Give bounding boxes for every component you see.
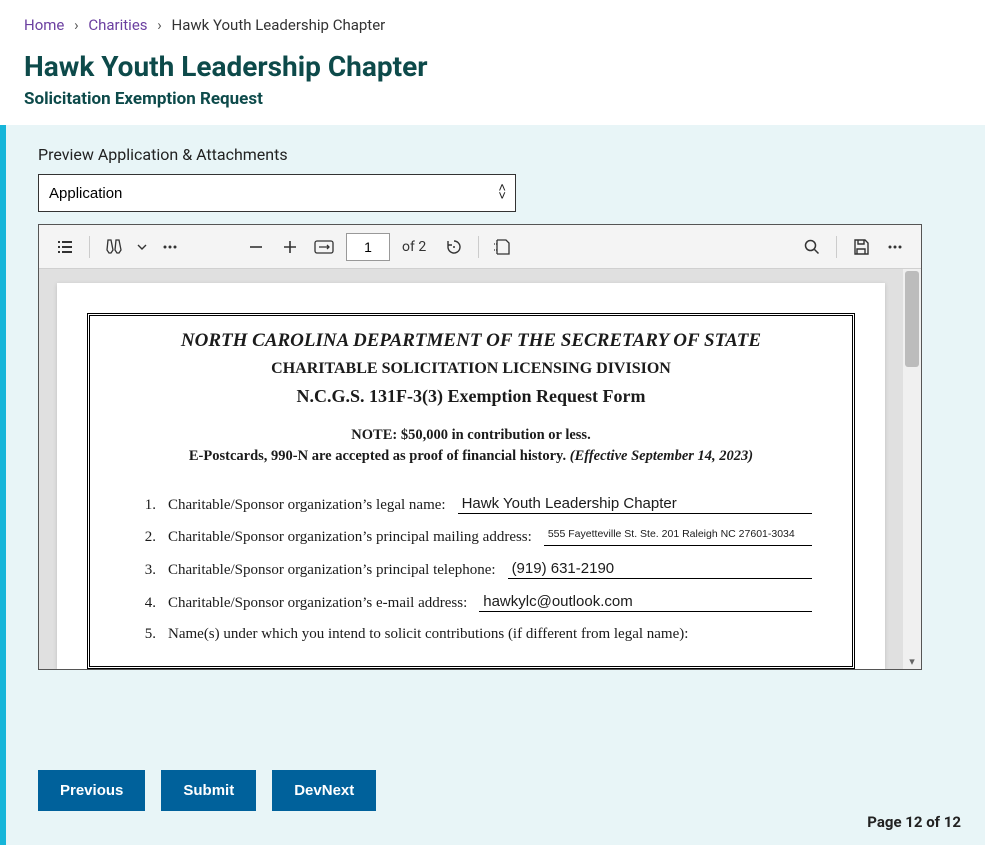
doc-field-row: 4. Charitable/Sponsor organization’s e-ma…	[130, 593, 812, 612]
pdf-page-area[interactable]: NORTH CAROLINA DEPARTMENT OF THE SECRETA…	[39, 269, 903, 669]
doc-field-number: 1.	[130, 497, 156, 514]
toggle-sidebar-button[interactable]	[49, 231, 81, 263]
doc-field-label: Charitable/Sponsor organization’s e-mail…	[168, 595, 467, 612]
doc-field-number: 3.	[130, 562, 156, 579]
more-options-button[interactable]	[879, 231, 911, 263]
breadcrumb-separator: ›	[157, 16, 162, 34]
doc-note2-italic: (Effective September 14, 2023)	[570, 448, 753, 464]
zoom-in-button[interactable]	[274, 231, 306, 263]
fit-width-icon	[314, 239, 334, 255]
pdf-body: NORTH CAROLINA DEPARTMENT OF THE SECRETA…	[39, 269, 921, 669]
page-subtitle: Solicitation Exemption Request	[24, 89, 961, 109]
breadcrumb-separator: ›	[74, 16, 79, 34]
highlighter-icon	[105, 238, 123, 256]
previous-button[interactable]: Previous	[38, 770, 145, 811]
more-tools-button[interactable]	[154, 231, 186, 263]
breadcrumb-home[interactable]: Home	[24, 16, 64, 34]
doc-field-label: Charitable/Sponsor organization’s legal …	[168, 497, 446, 514]
highlight-dropdown-button[interactable]	[132, 231, 152, 263]
toolbar-separator	[89, 236, 90, 258]
fit-width-button[interactable]	[308, 231, 340, 263]
doc-field-number: 4.	[130, 595, 156, 612]
doc-field-number: 5.	[130, 626, 156, 643]
minus-icon	[248, 239, 264, 255]
doc-note2-bold: E-Postcards, 990-N are accepted as proof…	[189, 448, 570, 464]
section-label: Preview Application & Attachments	[38, 145, 953, 164]
more-horizontal-icon	[886, 238, 904, 256]
doc-field-number: 2.	[130, 529, 156, 546]
doc-field-list: 1. Charitable/Sponsor organization’s lega…	[130, 495, 812, 643]
plus-icon	[282, 239, 298, 255]
doc-field-value: hawkylc@outlook.com	[479, 593, 812, 612]
attachment-select[interactable]: Application	[38, 174, 516, 212]
doc-heading-division: CHARITABLE SOLICITATION LICENSING DIVISI…	[130, 360, 812, 378]
pdf-toolbar: of 2	[39, 225, 921, 269]
submit-button[interactable]: Submit	[161, 770, 256, 811]
devnext-button[interactable]: DevNext	[272, 770, 376, 811]
doc-field-row: 5. Name(s) under which you intend to soli…	[130, 626, 812, 643]
page-indicator: Page 12 of 12	[867, 813, 961, 831]
doc-field-value: 555 Fayetteville St. Ste. 201 Raleigh NC…	[544, 528, 812, 546]
rotate-button[interactable]	[438, 231, 470, 263]
doc-field-value: Hawk Youth Leadership Chapter	[458, 495, 812, 514]
save-button[interactable]	[845, 231, 877, 263]
doc-note-line2: E-Postcards, 990-N are accepted as proof…	[130, 448, 812, 465]
sidebar-icon	[56, 238, 74, 256]
pdf-viewer: of 2 NORTH CARO	[38, 224, 922, 670]
breadcrumb: Home › Charities › Hawk Youth Leadership…	[0, 0, 985, 42]
page-count-label: of 2	[402, 239, 426, 255]
scrollbar-thumb[interactable]	[905, 271, 919, 367]
doc-field-row: 3. Charitable/Sponsor organization’s prin…	[130, 560, 812, 579]
doc-note-line1: NOTE: $50,000 in contribution or less.	[130, 427, 812, 444]
attachment-select-wrap: Application ˄˅	[38, 174, 516, 212]
page-header: Hawk Youth Leadership Chapter Solicitati…	[0, 42, 985, 125]
wizard-panel: Preview Application & Attachments Applic…	[0, 125, 985, 845]
doc-field-row: 2. Charitable/Sponsor organization’s prin…	[130, 528, 812, 546]
doc-field-label: Charitable/Sponsor organization’s princi…	[168, 529, 532, 546]
search-button[interactable]	[796, 231, 828, 263]
breadcrumb-charities[interactable]: Charities	[88, 16, 147, 34]
breadcrumb-current: Hawk Youth Leadership Chapter	[172, 16, 386, 34]
doc-field-label: Charitable/Sponsor organization’s princi…	[168, 562, 496, 579]
document-page: NORTH CAROLINA DEPARTMENT OF THE SECRETA…	[57, 283, 885, 669]
save-icon	[852, 238, 870, 256]
scroll-down-arrow-icon[interactable]: ▾	[903, 655, 921, 669]
search-icon	[803, 238, 821, 256]
toolbar-separator	[836, 236, 837, 258]
highlight-tool-button[interactable]	[98, 231, 130, 263]
more-horizontal-icon	[161, 238, 179, 256]
chevron-down-icon	[137, 242, 147, 252]
rotate-icon	[445, 238, 463, 256]
doc-heading-dept: NORTH CAROLINA DEPARTMENT OF THE SECRETA…	[130, 330, 812, 352]
page-title: Hawk Youth Leadership Chapter	[24, 50, 961, 83]
doc-field-value: (919) 631-2190	[508, 560, 812, 579]
page-view-icon	[493, 238, 513, 256]
doc-field-row: 1. Charitable/Sponsor organization’s lega…	[130, 495, 812, 514]
vertical-scrollbar[interactable]: ▾	[903, 269, 921, 669]
toolbar-separator	[478, 236, 479, 258]
zoom-out-button[interactable]	[240, 231, 272, 263]
doc-field-label: Name(s) under which you intend to solici…	[168, 626, 688, 643]
doc-heading-form: N.C.G.S. 131F-3(3) Exemption Request For…	[130, 386, 812, 407]
wizard-buttons: Previous Submit DevNext	[38, 770, 953, 811]
page-number-input[interactable]	[346, 233, 390, 261]
page-view-button[interactable]	[487, 231, 519, 263]
